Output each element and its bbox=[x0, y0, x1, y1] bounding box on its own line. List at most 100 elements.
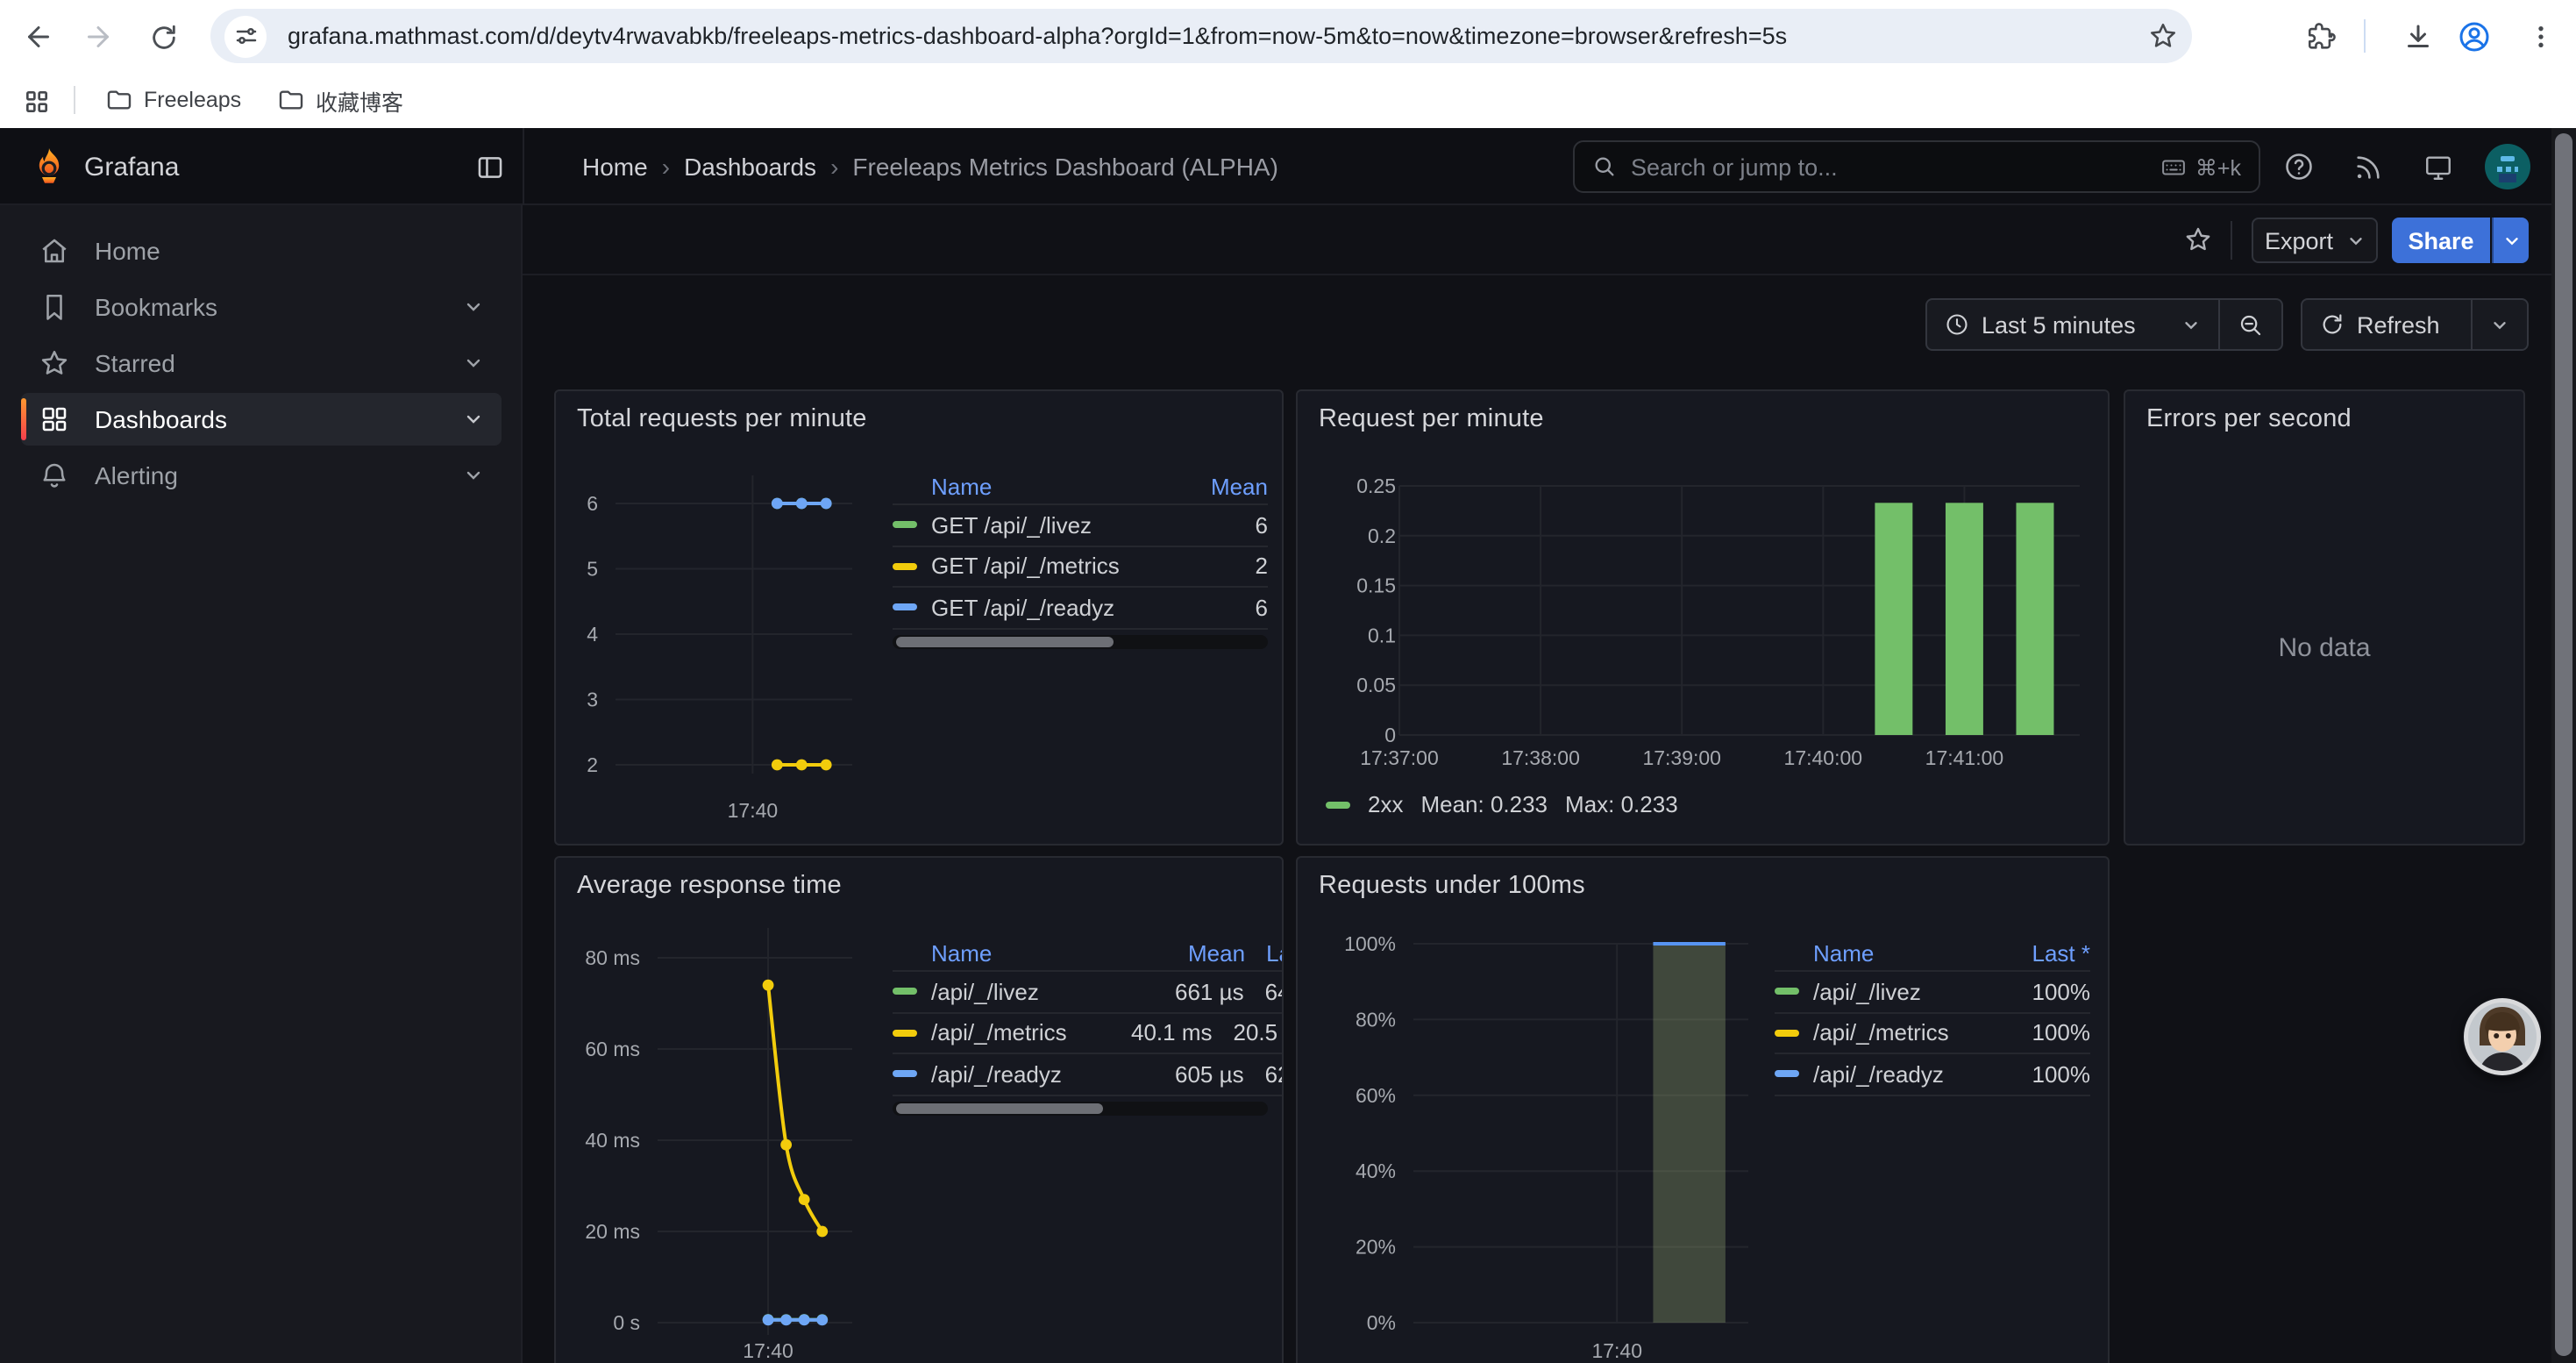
brand-name: Grafana bbox=[84, 153, 179, 182]
svg-text:17:40: 17:40 bbox=[1591, 1339, 1642, 1362]
bookmark-folder-blogs[interactable]: 收藏博客 bbox=[267, 81, 414, 119]
panel-title[interactable]: Errors per second bbox=[2146, 405, 2352, 433]
series-name: /api/_/readyz bbox=[1813, 1061, 1944, 1088]
svg-text:80 ms: 80 ms bbox=[585, 946, 640, 969]
legend-hscrollbar[interactable] bbox=[893, 1101, 1268, 1115]
header-divider bbox=[523, 128, 524, 205]
table-row[interactable]: /api/_/livez 661 µs 646 bbox=[893, 972, 1284, 1013]
sidebar-item-alerting[interactable]: Alerting bbox=[21, 449, 502, 502]
keyboard-icon bbox=[2160, 153, 2187, 180]
col-header-name[interactable]: Name bbox=[931, 473, 992, 499]
toolbar-divider bbox=[2364, 19, 2366, 53]
grafana-header: Grafana Home › Dashboards › Freeleaps Me… bbox=[0, 128, 2576, 205]
series-name: GET /api/_/livez bbox=[931, 512, 1092, 539]
url-bar[interactable] bbox=[210, 9, 2192, 63]
search-box[interactable]: ⌘+k bbox=[1573, 140, 2260, 193]
table-row[interactable]: /api/_/readyz 100% bbox=[1775, 1054, 2090, 1095]
series-last: 100% bbox=[2006, 1020, 2090, 1046]
table-row[interactable]: GET /api/_/readyz 6 bbox=[893, 588, 1268, 629]
breadcrumb: Home › Dashboards › Freeleaps Metrics Da… bbox=[582, 153, 1278, 181]
svg-text:3: 3 bbox=[587, 689, 598, 711]
scrollbar-thumb[interactable] bbox=[2555, 133, 2572, 1356]
favorite-dashboard-button[interactable] bbox=[2174, 216, 2220, 261]
panel-request-per-minute: Request per minute 0.250.20.150.10.05017… bbox=[1296, 389, 2110, 846]
table-row[interactable]: GET /api/_/livez 6 bbox=[893, 505, 1268, 546]
url-input[interactable] bbox=[288, 9, 2041, 63]
panel-errors-per-second: Errors per second No data bbox=[2124, 389, 2525, 846]
breadcrumb-separator: › bbox=[662, 153, 670, 181]
svg-text:17:38:00: 17:38:00 bbox=[1501, 746, 1580, 769]
request-per-minute-chart[interactable]: 0.250.20.150.10.05017:37:0017:38:0017:39… bbox=[1298, 391, 2110, 846]
share-button[interactable]: Share bbox=[2392, 218, 2490, 263]
news-button[interactable] bbox=[2345, 144, 2390, 189]
download-icon bbox=[2402, 21, 2434, 53]
help-button[interactable] bbox=[2276, 144, 2322, 189]
chevron-down-icon[interactable] bbox=[463, 409, 484, 430]
star-icon bbox=[39, 347, 70, 379]
user-avatar[interactable] bbox=[2485, 144, 2530, 189]
table-row[interactable]: /api/_/metrics 40.1 ms 20.5 m bbox=[893, 1013, 1284, 1054]
chevron-down-icon bbox=[2345, 231, 2365, 250]
series-color-pill bbox=[1775, 1071, 1799, 1078]
extensions-button[interactable] bbox=[2297, 14, 2343, 60]
table-row[interactable]: /api/_/metrics 100% bbox=[1775, 1013, 2090, 1054]
col-header-mean[interactable]: Mean bbox=[1194, 473, 1268, 499]
under-100ms-chart[interactable]: 100%80%60%40%20%0%17:40 bbox=[1298, 858, 2110, 1363]
home-icon bbox=[39, 235, 70, 267]
legend-series[interactable]: 2xx bbox=[1368, 791, 1403, 817]
series-mean: 40.1 ms bbox=[1093, 1020, 1213, 1046]
browser-menu-button[interactable] bbox=[2518, 14, 2564, 60]
zoom-out-button[interactable] bbox=[2220, 300, 2281, 349]
col-header-name[interactable]: Name bbox=[931, 939, 992, 966]
search-input[interactable] bbox=[1631, 153, 2160, 180]
display-button[interactable] bbox=[2415, 144, 2460, 189]
refresh-interval-dropdown[interactable] bbox=[2473, 300, 2527, 349]
svg-text:0%: 0% bbox=[1367, 1311, 1396, 1334]
profile-button[interactable] bbox=[2451, 14, 2497, 60]
browser-reload-button[interactable] bbox=[140, 14, 186, 60]
assistant-avatar-button[interactable] bbox=[2462, 996, 2543, 1077]
breadcrumb-dashboards[interactable]: Dashboards bbox=[684, 153, 816, 181]
site-info-button[interactable] bbox=[224, 15, 267, 57]
star-icon bbox=[2147, 20, 2177, 50]
chart-legend: 2xx Mean: 0.233 Max: 0.233 bbox=[1326, 791, 1678, 817]
sidebar-item-dashboards[interactable]: Dashboards bbox=[21, 393, 502, 446]
breadcrumb-home[interactable]: Home bbox=[582, 153, 648, 181]
col-header-last[interactable]: Las bbox=[1245, 939, 1284, 966]
table-row[interactable]: /api/_/livez 100% bbox=[1775, 972, 2090, 1013]
downloads-button[interactable] bbox=[2395, 14, 2441, 60]
chevron-down-icon[interactable] bbox=[463, 465, 484, 486]
svg-text:0.2: 0.2 bbox=[1368, 525, 1396, 547]
share-dropdown-button[interactable] bbox=[2492, 218, 2529, 263]
bookmark-folder-freeleaps[interactable]: Freeleaps bbox=[95, 81, 252, 119]
browser-back-button[interactable] bbox=[16, 14, 61, 60]
refresh-button[interactable]: Refresh bbox=[2302, 300, 2471, 349]
series-last: 100% bbox=[2006, 979, 2090, 1005]
time-range-group: Last 5 minutes bbox=[1925, 298, 2283, 351]
time-range-picker[interactable]: Last 5 minutes bbox=[1927, 300, 2218, 349]
extensions-puzzle-icon bbox=[2305, 22, 2335, 52]
table-row[interactable]: /api/_/readyz 605 µs 620 bbox=[893, 1054, 1284, 1095]
svg-text:17:37:00: 17:37:00 bbox=[1360, 746, 1439, 769]
apps-shortcut-button[interactable] bbox=[14, 79, 60, 125]
table-row[interactable]: GET /api/_/metrics 2 bbox=[893, 546, 1268, 588]
sidebar-item-starred[interactable]: Starred bbox=[21, 337, 502, 389]
page-scrollbar[interactable] bbox=[2551, 128, 2576, 1363]
col-header-name[interactable]: Name bbox=[1813, 939, 1874, 966]
grafana-logo[interactable] bbox=[28, 146, 70, 188]
legend-hscrollbar[interactable] bbox=[893, 634, 1268, 648]
export-button[interactable]: Export bbox=[2252, 218, 2378, 263]
svg-text:17:40: 17:40 bbox=[728, 799, 779, 822]
col-header-mean[interactable]: Mean bbox=[1126, 939, 1245, 966]
sidebar-item-home[interactable]: Home bbox=[21, 225, 502, 277]
series-color-pill bbox=[893, 563, 917, 570]
bookmark-star-button[interactable] bbox=[2139, 12, 2185, 58]
chevron-down-icon[interactable] bbox=[463, 353, 484, 374]
chevron-down-icon[interactable] bbox=[463, 296, 484, 318]
col-header-last[interactable]: Last * bbox=[2006, 939, 2090, 966]
svg-text:17:40:00: 17:40:00 bbox=[1784, 746, 1863, 769]
sidebar-item-bookmarks[interactable]: Bookmarks bbox=[21, 281, 502, 333]
refresh-group: Refresh bbox=[2301, 298, 2529, 351]
browser-forward-button[interactable] bbox=[75, 14, 121, 60]
mega-menu-toggle[interactable] bbox=[466, 144, 512, 189]
